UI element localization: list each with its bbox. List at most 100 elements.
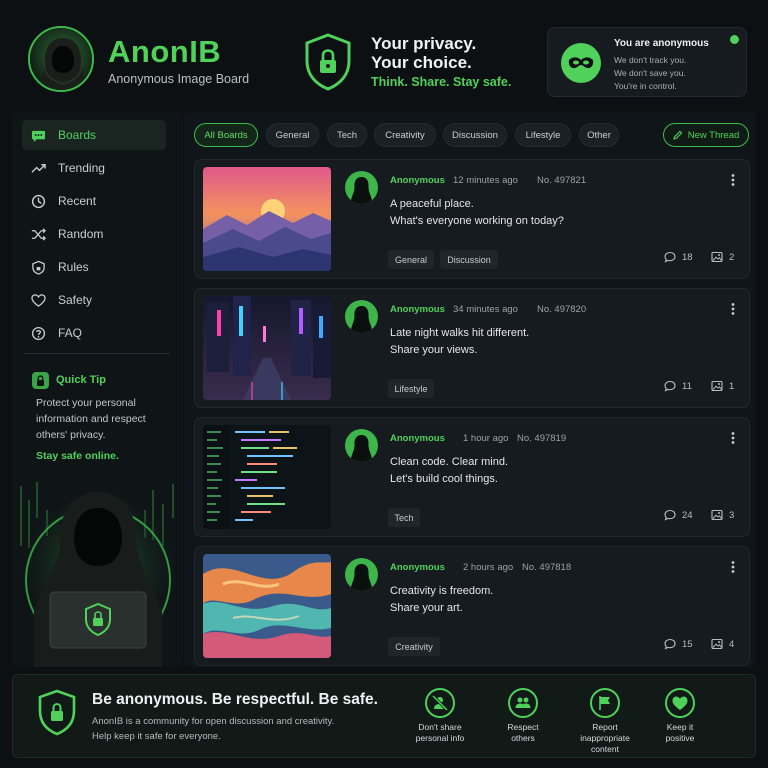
- sidebar-item-safety[interactable]: Safety: [22, 285, 166, 315]
- brand-name: AnonIB: [108, 34, 222, 69]
- reply-count[interactable]: 18: [664, 251, 693, 263]
- image-count-value: 2: [729, 251, 735, 263]
- filter-chip-lifestyle[interactable]: Lifestyle: [515, 123, 571, 147]
- filter-chip-creativity[interactable]: Creativity: [374, 123, 436, 147]
- thread-post[interactable]: Anonymous 12 minutes ago No. 497821 A pe…: [194, 159, 750, 279]
- shuffle-icon: [31, 227, 46, 241]
- filter-chip-other[interactable]: Other: [579, 123, 619, 147]
- post-tag[interactable]: Tech: [388, 508, 420, 527]
- filter-chip-tech[interactable]: Tech: [327, 123, 367, 147]
- flag-icon: [590, 688, 620, 718]
- more-options-icon[interactable]: [731, 174, 735, 186]
- sidebar-item-label: Boards: [58, 128, 97, 142]
- reply-count[interactable]: 11: [664, 380, 692, 392]
- sidebar-item-random[interactable]: Random: [22, 219, 166, 249]
- anonymous-status-line: We don't save you.: [614, 68, 686, 78]
- more-options-icon[interactable]: [731, 432, 735, 444]
- post-tag[interactable]: Lifestyle: [388, 379, 434, 398]
- sidebar: Boards Trending Recent Random Rules Safe…: [12, 112, 183, 667]
- sidebar-item-label: FAQ: [58, 326, 83, 340]
- image-count-value: 3: [729, 509, 735, 521]
- filter-chip-discussion[interactable]: Discussion: [443, 123, 507, 147]
- thread-post[interactable]: Anonymous 2 hours ago No. 497818 Creativ…: [194, 546, 750, 666]
- post-author: Anonymous: [390, 304, 445, 315]
- footer-text: Help keep it safe for everyone.: [92, 731, 221, 742]
- reply-count-value: 24: [682, 509, 693, 521]
- image-count-value: 4: [729, 638, 735, 650]
- post-text-line: What's everyone working on today?: [390, 215, 564, 227]
- guideline-respect-others: Respect others: [483, 688, 563, 744]
- reply-count-value: 18: [682, 251, 693, 263]
- trending-icon: [31, 163, 46, 173]
- sidebar-item-recent[interactable]: Recent: [22, 186, 166, 216]
- post-author: Anonymous: [390, 175, 445, 186]
- sidebar-item-label: Rules: [58, 260, 89, 274]
- main-feed: All Boards General Tech Creativity Discu…: [184, 112, 756, 667]
- anonymous-status-title: You are anonymous: [614, 38, 709, 49]
- reply-count[interactable]: 15: [664, 638, 693, 650]
- sidebar-item-trending[interactable]: Trending: [22, 153, 166, 183]
- thread-thumbnail-abstract-paint[interactable]: [203, 554, 331, 658]
- shield-lock-icon: [37, 689, 77, 737]
- sidebar-item-boards[interactable]: Boards: [22, 120, 166, 150]
- chat-bubble-icon: [31, 130, 46, 142]
- privacy-headline-1: Your privacy.: [371, 34, 477, 53]
- image-count[interactable]: 1: [711, 380, 734, 392]
- thread-thumbnail-neon-city-street[interactable]: [203, 296, 331, 400]
- sidebar-item-label: Trending: [58, 161, 105, 175]
- sidebar-item-rules[interactable]: Rules: [22, 252, 166, 282]
- post-tag[interactable]: General: [388, 250, 434, 269]
- guideline-keep-positive: Keep it positive: [640, 688, 720, 744]
- sidebar-item-label: Safety: [58, 293, 93, 307]
- comment-icon: [664, 380, 676, 392]
- post-tag[interactable]: Discussion: [440, 250, 498, 269]
- anonymous-status-line: We don't track you.: [614, 55, 687, 65]
- post-text-line: A peaceful place.: [390, 198, 474, 210]
- post-time: 2 hours ago: [463, 562, 514, 573]
- post-time: 1 hour ago: [463, 433, 509, 444]
- post-author: Anonymous: [390, 433, 445, 444]
- guideline-label: content: [591, 744, 619, 754]
- brand-subtitle: Anonymous Image Board: [108, 72, 250, 86]
- image-count[interactable]: 3: [711, 509, 734, 521]
- guideline-no-personal-info: Don't share personal info: [400, 688, 480, 744]
- post-tag[interactable]: Creativity: [388, 637, 440, 656]
- more-options-icon[interactable]: [731, 303, 735, 315]
- mask-icon: [561, 43, 601, 83]
- more-options-icon[interactable]: [731, 561, 735, 573]
- thread-post[interactable]: Anonymous 34 minutes ago No. 497820 Late…: [194, 288, 750, 408]
- post-number[interactable]: No. 497819: [517, 433, 566, 444]
- post-text-line: Clean code. Clear mind.: [390, 456, 509, 468]
- post-number[interactable]: No. 497820: [537, 304, 586, 315]
- image-count[interactable]: 4: [711, 638, 734, 650]
- guideline-report-content: Report inappropriate content: [565, 688, 645, 755]
- image-count[interactable]: 2: [711, 251, 734, 263]
- reply-count[interactable]: 24: [664, 509, 693, 521]
- anonymous-avatar-icon: [345, 171, 378, 204]
- guideline-label: inappropriate: [580, 733, 630, 743]
- anonymous-status-card: You are anonymous We don't track you. We…: [547, 27, 747, 97]
- thread-thumbnail-code-editor[interactable]: [203, 425, 331, 529]
- lock-icon: [32, 372, 49, 389]
- post-text-line: Creativity is freedom.: [390, 585, 494, 597]
- clock-icon: [31, 194, 46, 208]
- filter-chip-general[interactable]: General: [266, 123, 319, 147]
- post-text-line: Let's build cool things.: [390, 473, 498, 485]
- post-number[interactable]: No. 497818: [522, 562, 571, 573]
- new-thread-button[interactable]: New Thread: [663, 123, 749, 147]
- quick-tip-stay-safe: Stay safe online.: [36, 450, 119, 462]
- reply-count-value: 15: [682, 638, 693, 650]
- sidebar-item-faq[interactable]: FAQ: [22, 318, 166, 348]
- guideline-label: others: [511, 733, 535, 743]
- guideline-label: Respect: [507, 722, 539, 732]
- post-time: 12 minutes ago: [453, 175, 518, 186]
- shield-lock-icon: [302, 32, 354, 92]
- filter-chip-all-boards[interactable]: All Boards: [194, 123, 258, 147]
- thread-post[interactable]: Anonymous 1 hour ago No. 497819 Clean co…: [194, 417, 750, 537]
- comment-icon: [664, 638, 676, 650]
- question-icon: [31, 326, 46, 340]
- thread-thumbnail-sunset-mountains[interactable]: [203, 167, 331, 271]
- post-number[interactable]: No. 497821: [537, 175, 586, 186]
- online-status-dot: [730, 35, 739, 44]
- pencil-icon: [672, 130, 683, 140]
